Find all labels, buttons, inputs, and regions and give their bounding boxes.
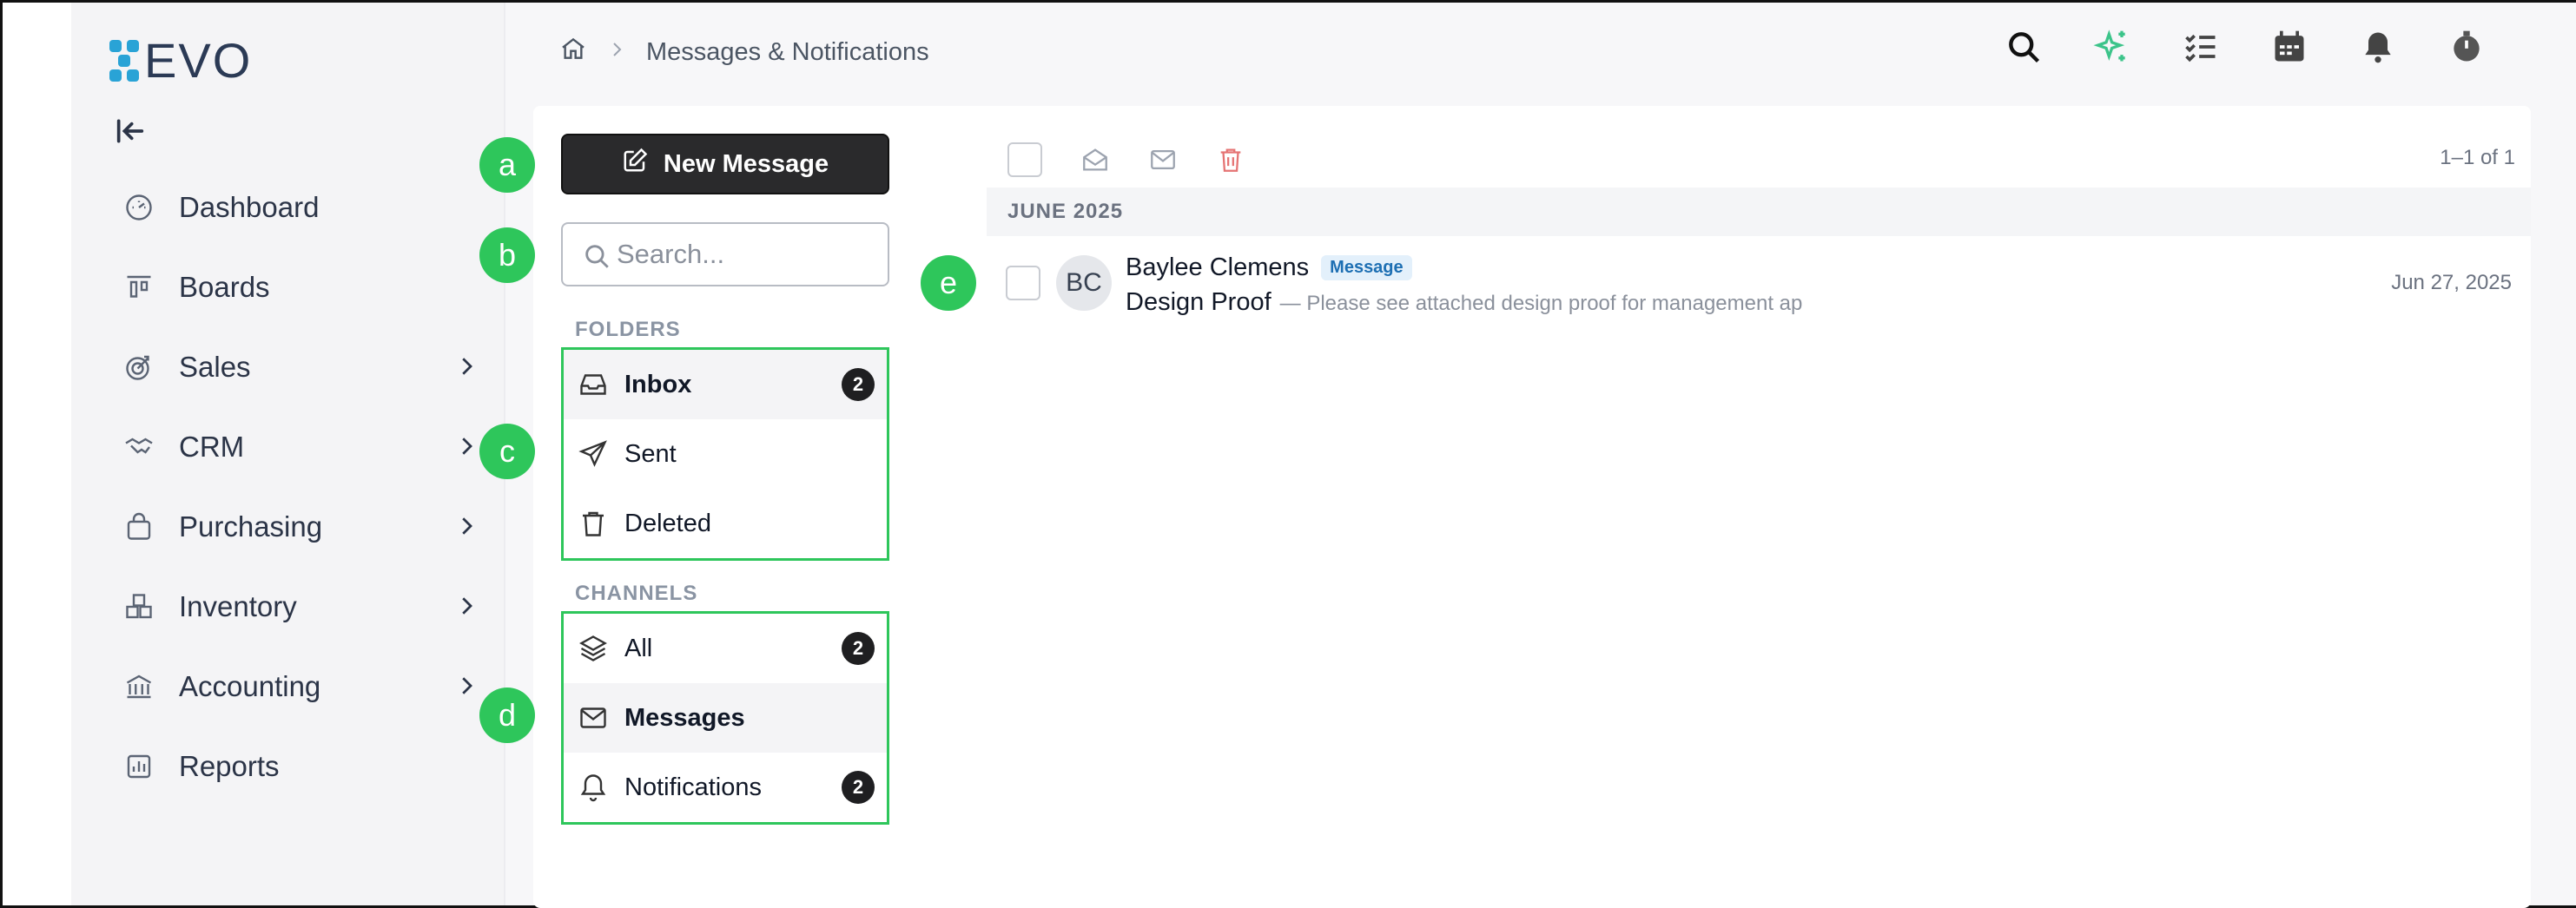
sidebar-item-label: Sales bbox=[179, 351, 251, 383]
annotation-marker-c: c bbox=[479, 424, 535, 479]
bell-icon bbox=[578, 772, 609, 803]
channel-messages[interactable]: Messages bbox=[564, 683, 887, 753]
channel-label: Notifications bbox=[624, 773, 762, 801]
sidebar-item-purchasing[interactable]: Purchasing bbox=[106, 487, 479, 567]
sidebar-item-label: Purchasing bbox=[179, 510, 323, 543]
message-row[interactable]: BC Baylee Clemens Message Design Proof — … bbox=[987, 247, 2531, 321]
mark-read-icon[interactable] bbox=[1080, 145, 1110, 174]
collapse-left-icon[interactable] bbox=[113, 114, 148, 148]
sidebar-nav: Dashboard Boards Sales CRM Purchasing In… bbox=[106, 168, 479, 806]
sidebar-item-label: Inventory bbox=[179, 590, 297, 622]
sidebar-item-accounting[interactable]: Accounting bbox=[106, 647, 479, 727]
target-icon bbox=[123, 352, 155, 383]
sidebar-item-boards[interactable]: Boards bbox=[106, 247, 479, 327]
channel-notifications[interactable]: Notifications 2 bbox=[564, 753, 887, 822]
boxes-icon bbox=[123, 591, 155, 622]
chevron-right-icon[interactable] bbox=[453, 593, 479, 619]
trash-icon bbox=[578, 508, 609, 539]
message-subject: Design Proof bbox=[1126, 288, 1271, 316]
sidebar-item-dashboard[interactable]: Dashboard bbox=[106, 168, 479, 247]
search-icon[interactable] bbox=[2005, 28, 2043, 66]
message-checkbox[interactable] bbox=[1006, 266, 1040, 300]
channels-heading: CHANNELS bbox=[575, 582, 698, 605]
channel-all[interactable]: All 2 bbox=[564, 614, 887, 683]
sidebar-item-label: Dashboard bbox=[179, 191, 320, 223]
sparkle-icon[interactable] bbox=[2093, 28, 2131, 66]
chevron-right-icon[interactable] bbox=[453, 353, 479, 379]
mail-icon bbox=[578, 702, 609, 734]
channels-list: All 2 Messages Notifications 2 bbox=[561, 611, 889, 825]
unread-count-badge: 2 bbox=[842, 771, 875, 804]
annotation-marker-a: a bbox=[479, 137, 535, 193]
avatar: BC bbox=[1056, 255, 1112, 311]
calendar-icon[interactable] bbox=[2270, 28, 2308, 66]
message-toolbar: 1–1 of 1 bbox=[987, 130, 2515, 189]
tasks-icon[interactable] bbox=[2182, 28, 2220, 66]
folder-label: Deleted bbox=[624, 509, 711, 537]
annotation-marker-e: e bbox=[921, 255, 976, 311]
sidebar-item-inventory[interactable]: Inventory bbox=[106, 567, 479, 647]
search-placeholder: Search... bbox=[617, 239, 725, 269]
inbox-icon bbox=[578, 369, 609, 400]
unread-count-badge: 2 bbox=[842, 632, 875, 665]
bell-icon[interactable] bbox=[2359, 28, 2397, 66]
handshake-icon bbox=[123, 431, 155, 463]
breadcrumb-current: Messages & Notifications bbox=[646, 37, 929, 66]
chevron-right-icon bbox=[606, 38, 627, 67]
send-icon bbox=[578, 438, 609, 470]
sidebar-item-reports[interactable]: Reports bbox=[106, 727, 479, 806]
header-icons bbox=[2005, 28, 2486, 66]
sidebar-item-sales[interactable]: Sales bbox=[106, 327, 479, 407]
channel-label: Messages bbox=[624, 703, 745, 732]
folder-inbox[interactable]: Inbox 2 bbox=[564, 350, 887, 419]
channel-label: All bbox=[624, 634, 653, 662]
message-subject-line: Design Proof — Please see attached design… bbox=[1126, 288, 1802, 317]
bank-icon bbox=[123, 671, 155, 702]
annotation-marker-d: d bbox=[479, 688, 535, 743]
pagination-text: 1–1 of 1 bbox=[2440, 146, 2515, 169]
sidebar-item-label: Accounting bbox=[179, 670, 321, 702]
sidebar: EVO Dashboard Boards Sales CRM Purchasin… bbox=[71, 3, 505, 905]
mark-unread-icon[interactable] bbox=[1148, 145, 1178, 174]
search-input[interactable]: Search... bbox=[561, 222, 889, 286]
edit-icon bbox=[622, 148, 648, 181]
sidebar-item-label: Boards bbox=[179, 271, 270, 303]
chevron-right-icon[interactable] bbox=[453, 433, 479, 459]
folder-deleted[interactable]: Deleted bbox=[564, 489, 887, 558]
app-logo[interactable]: EVO bbox=[109, 32, 252, 89]
bag-icon bbox=[123, 511, 155, 543]
folder-label: Sent bbox=[624, 439, 677, 468]
folder-sent[interactable]: Sent bbox=[564, 419, 887, 489]
dashboard-icon bbox=[123, 192, 155, 223]
delete-icon[interactable] bbox=[1216, 145, 1245, 174]
annotation-marker-b: b bbox=[479, 227, 535, 283]
new-message-label: New Message bbox=[663, 149, 829, 178]
breadcrumb: Messages & Notifications bbox=[559, 35, 929, 69]
logo-text: EVO bbox=[144, 33, 253, 88]
message-type-badge: Message bbox=[1321, 255, 1412, 280]
sidebar-item-label: Reports bbox=[179, 750, 280, 782]
message-sender: Baylee Clemens bbox=[1126, 253, 1310, 281]
boards-icon bbox=[123, 272, 155, 303]
chevron-right-icon[interactable] bbox=[453, 673, 479, 699]
folders-heading: FOLDERS bbox=[575, 318, 681, 341]
new-message-button[interactable]: New Message bbox=[561, 134, 889, 194]
month-group-header: JUNE 2025 bbox=[987, 188, 2531, 236]
layers-icon bbox=[578, 633, 609, 664]
folders-list: Inbox 2 Sent Deleted bbox=[561, 347, 889, 561]
timer-icon[interactable] bbox=[2447, 28, 2486, 66]
sidebar-item-label: CRM bbox=[179, 431, 245, 463]
chevron-right-icon[interactable] bbox=[453, 513, 479, 539]
logo-mark-icon bbox=[109, 38, 141, 83]
search-icon bbox=[582, 241, 611, 271]
select-all-checkbox[interactable] bbox=[1007, 142, 1042, 177]
sidebar-item-crm[interactable]: CRM bbox=[106, 407, 479, 487]
report-icon bbox=[123, 751, 155, 782]
message-sender-line: Baylee Clemens Message bbox=[1126, 253, 1412, 282]
folder-label: Inbox bbox=[624, 370, 692, 398]
unread-count-badge: 2 bbox=[842, 368, 875, 401]
home-icon[interactable] bbox=[559, 35, 587, 69]
message-preview: — Please see attached design proof for m… bbox=[1279, 292, 1803, 315]
message-date: Jun 27, 2025 bbox=[2391, 271, 2512, 294]
